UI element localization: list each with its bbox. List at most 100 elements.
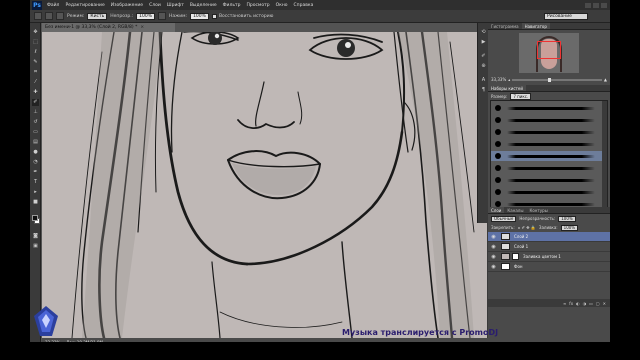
move-tool-icon[interactable]: ✥: [32, 29, 39, 36]
navigator-zoom-value[interactable]: 33,33%: [491, 77, 506, 82]
fill-field[interactable]: 100%: [560, 224, 579, 231]
brush-preset[interactable]: [491, 139, 603, 149]
marquee-tool-icon[interactable]: ⬚: [32, 39, 39, 46]
history-panel-icon[interactable]: ⟲: [480, 29, 487, 36]
document-tab[interactable]: Без имени-1 @ 33,3% (Слой 2, RGB/8) * ×: [42, 23, 175, 32]
tab-paths[interactable]: Контуры: [526, 207, 550, 213]
clone-source-panel-icon[interactable]: ⊕: [480, 63, 487, 70]
menu-help[interactable]: Справка: [291, 3, 317, 8]
brush-size-field[interactable]: 7 пикс.: [510, 92, 532, 100]
visibility-eye-icon[interactable]: ◉: [490, 254, 497, 260]
brush-panel-toggle-icon[interactable]: [56, 12, 64, 20]
visibility-eye-icon[interactable]: ◉: [490, 244, 497, 250]
delete-layer-icon[interactable]: ✕: [603, 301, 606, 306]
menu-view[interactable]: Просмотр: [243, 3, 272, 8]
brush-panel-icon[interactable]: ✐: [480, 53, 487, 60]
menu-bar: Ps Файл Редактирование Изображение Слои …: [30, 0, 610, 10]
add-mask-icon[interactable]: ◐: [576, 301, 580, 306]
gradient-tool-icon[interactable]: ▤: [32, 139, 39, 146]
shape-tool-icon[interactable]: ■: [32, 199, 39, 206]
layer-row[interactable]: ◉ Фон: [488, 262, 610, 272]
path-select-tool-icon[interactable]: ▸: [32, 189, 39, 196]
erase-history-option[interactable]: Восстановить историю: [211, 13, 273, 19]
quick-mask-icon[interactable]: ◙: [32, 233, 39, 240]
layer-style-icon[interactable]: fx: [569, 301, 573, 306]
new-group-icon[interactable]: ▭: [589, 301, 593, 306]
flow-field[interactable]: 100%: [190, 12, 209, 20]
history-brush-tool-icon[interactable]: ↺: [32, 119, 39, 126]
workspace-select[interactable]: Рисование: [544, 13, 588, 20]
foreground-color-swatch[interactable]: [32, 215, 38, 221]
crop-tool-icon[interactable]: ⌗: [32, 69, 39, 76]
type-tool-icon[interactable]: T: [32, 179, 39, 186]
tools-panel: ✥ ⬚ ℓ ✎ ⌗ ⁄ ✚ ✐ ⊥ ↺ ▭ ▤ ● ◔ ✒ T ▸ ■ ◙ ▣: [30, 23, 41, 346]
screen-mode-icon[interactable]: ▣: [32, 243, 39, 250]
pen-tool-icon[interactable]: ✒: [32, 169, 39, 176]
layer-row[interactable]: ◉ Заливка цветом 1: [488, 252, 610, 262]
layer-mask-thumbnail: [512, 253, 519, 260]
stamp-tool-icon[interactable]: ⊥: [32, 109, 39, 116]
erase-history-checkbox[interactable]: [211, 13, 217, 19]
actions-panel-icon[interactable]: ▶: [480, 39, 487, 46]
visibility-eye-icon[interactable]: ◉: [490, 234, 497, 240]
tab-brush-presets[interactable]: Наборы кистей: [488, 85, 526, 91]
menu-window[interactable]: Окно: [273, 3, 291, 8]
menu-edit[interactable]: Редактирование: [62, 3, 107, 8]
pressure-opacity-icon[interactable]: [158, 12, 167, 20]
canvas[interactable]: [42, 32, 487, 338]
brush-preset-selected[interactable]: [491, 151, 603, 161]
character-panel-icon[interactable]: A: [480, 77, 487, 84]
dodge-tool-icon[interactable]: ◔: [32, 159, 39, 166]
blur-tool-icon[interactable]: ●: [32, 149, 39, 156]
eyedropper-tool-icon[interactable]: ⁄: [32, 79, 39, 86]
lasso-tool-icon[interactable]: ℓ: [32, 49, 39, 56]
layer-row[interactable]: ◉ Слой 1: [488, 242, 610, 252]
navigator-thumbnail[interactable]: [519, 33, 579, 73]
mode-select[interactable]: Кисть: [87, 12, 108, 20]
tab-navigator[interactable]: Навигатор: [521, 23, 550, 29]
channel-logo: [34, 306, 58, 336]
link-layers-icon[interactable]: ∞: [563, 301, 566, 306]
tab-histogram[interactable]: Гистограмма: [488, 23, 522, 29]
quick-select-tool-icon[interactable]: ✎: [32, 59, 39, 66]
paragraph-panel-icon[interactable]: ¶: [480, 87, 487, 94]
tab-layers[interactable]: Слои: [488, 207, 505, 213]
visibility-eye-icon[interactable]: ◉: [490, 264, 497, 270]
tool-preset-icon[interactable]: [34, 12, 42, 20]
tab-channels[interactable]: Каналы: [504, 207, 526, 213]
layer-row-selected[interactable]: ◉ Слой 2: [488, 232, 610, 242]
blend-mode-select[interactable]: Обычные: [491, 215, 517, 222]
brush-preset[interactable]: [491, 127, 603, 137]
navigator-zoom-slider[interactable]: [512, 77, 602, 82]
brush-tool-icon[interactable]: ✐: [32, 99, 39, 106]
menu-image[interactable]: Изображение: [108, 3, 146, 8]
menu-filter[interactable]: Фильтр: [220, 3, 244, 8]
layer-opacity-field[interactable]: 100%: [558, 215, 576, 222]
close-window-button[interactable]: [601, 2, 607, 8]
close-document-icon[interactable]: ×: [140, 25, 144, 30]
menu-select[interactable]: Выделение: [187, 3, 220, 8]
brush-preset[interactable]: [491, 163, 603, 173]
brush-list-scrollbar[interactable]: [602, 101, 607, 217]
eraser-tool-icon[interactable]: ▭: [32, 129, 39, 136]
menu-file[interactable]: Файл: [44, 3, 62, 8]
brush-preset[interactable]: [491, 187, 603, 197]
menu-layer[interactable]: Слои: [146, 3, 164, 8]
brush-preset[interactable]: [491, 103, 603, 113]
zoom-slider-handle[interactable]: [548, 77, 552, 82]
brush-presets-tabs: Наборы кистей: [488, 85, 610, 92]
maximize-button[interactable]: [593, 2, 599, 8]
brush-preset[interactable]: [491, 175, 603, 185]
healing-tool-icon[interactable]: ✚: [32, 89, 39, 96]
menu-type[interactable]: Шрифт: [164, 3, 187, 8]
new-layer-icon[interactable]: ▢: [596, 301, 600, 306]
minimize-button[interactable]: [585, 2, 591, 8]
navigator-view-box[interactable]: [537, 41, 561, 59]
opacity-field[interactable]: 100%: [136, 12, 156, 20]
zoom-out-icon[interactable]: ▴: [508, 77, 510, 82]
brush-preset[interactable]: [491, 115, 603, 125]
lock-icons[interactable]: ▫ ✐ ✥ 🔒: [518, 225, 536, 230]
brush-preset-picker[interactable]: [45, 12, 53, 20]
zoom-in-icon[interactable]: ▲: [604, 77, 607, 82]
adjustment-layer-icon[interactable]: ◑: [583, 301, 587, 306]
